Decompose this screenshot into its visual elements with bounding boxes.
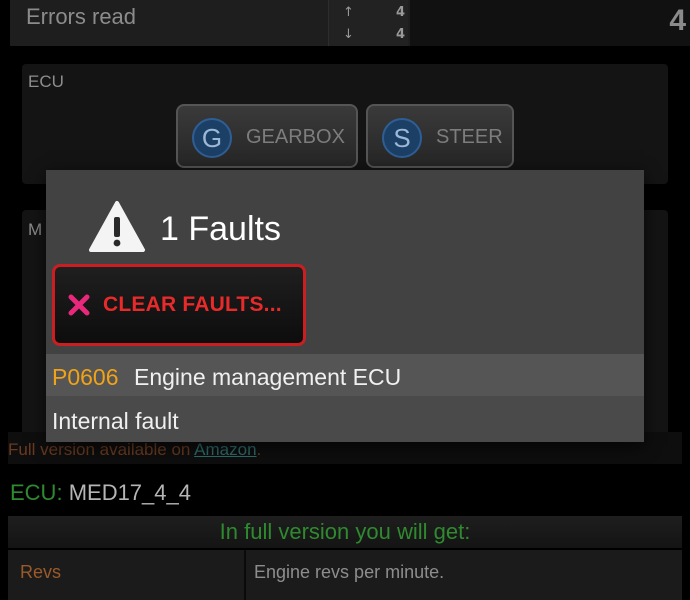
count-up-value: 4 (395, 5, 405, 20)
gearbox-button[interactable]: G GEARBOX (176, 104, 358, 168)
total-errors-value: 4 (669, 4, 686, 37)
fault-description: Engine management ECU (134, 364, 402, 390)
gearbox-label: GEARBOX (246, 126, 345, 148)
promo-suffix: . (256, 440, 262, 459)
arrow-down-icon: ↓ (343, 27, 354, 42)
error-counter: ↑ 4 ↓ 4 (328, 0, 408, 46)
ecu-info-key: ECU: (10, 480, 63, 505)
steer-button[interactable]: S STEER (366, 104, 514, 168)
faults-dialog: 1 Faults CLEAR FAULTS... P0606 Engine ma… (46, 170, 644, 442)
feature-description: Engine revs per minute. (254, 562, 445, 582)
promo-text: Full version available on (8, 440, 195, 459)
ecu-panel: ECU G GEARBOX S STEER (22, 64, 668, 184)
steer-label: STEER (436, 126, 503, 148)
close-x-icon (68, 294, 90, 316)
amazon-link[interactable]: Amazon (194, 440, 256, 459)
steer-icon: S (382, 118, 422, 158)
gearbox-icon: G (192, 118, 232, 158)
total-errors-box: 4 (410, 0, 690, 46)
fault-detail-row[interactable]: Internal fault (46, 396, 644, 442)
promo-line: Full version available on Amazon. (8, 440, 261, 460)
arrow-up-icon: ↑ (343, 5, 354, 20)
fault-code: P0606 (52, 364, 119, 390)
warning-triangle-icon (89, 201, 145, 252)
errors-read-label: Errors read (26, 4, 137, 29)
fault-detail: Internal fault (52, 408, 179, 434)
dialog-title: 1 Faults (160, 210, 281, 248)
count-down-value: 4 (395, 27, 405, 42)
full-version-heading: In full version you will get: (219, 519, 471, 544)
feature-name: Revs (20, 562, 62, 582)
feature-divider (244, 550, 246, 600)
clear-faults-button[interactable]: CLEAR FAULTS... (52, 264, 306, 346)
clear-faults-label: CLEAR FAULTS... (103, 293, 282, 316)
errors-header-bar: Errors read ↑ 4 ↓ 4 4 (10, 0, 690, 46)
second-panel-title: M (28, 220, 43, 239)
ecu-panel-title: ECU (28, 72, 64, 91)
ecu-info: ECU: MED17_4_4 (10, 480, 191, 506)
fault-row[interactable]: P0606 Engine management ECU (46, 354, 644, 396)
ecu-info-value: MED17_4_4 (68, 480, 191, 505)
